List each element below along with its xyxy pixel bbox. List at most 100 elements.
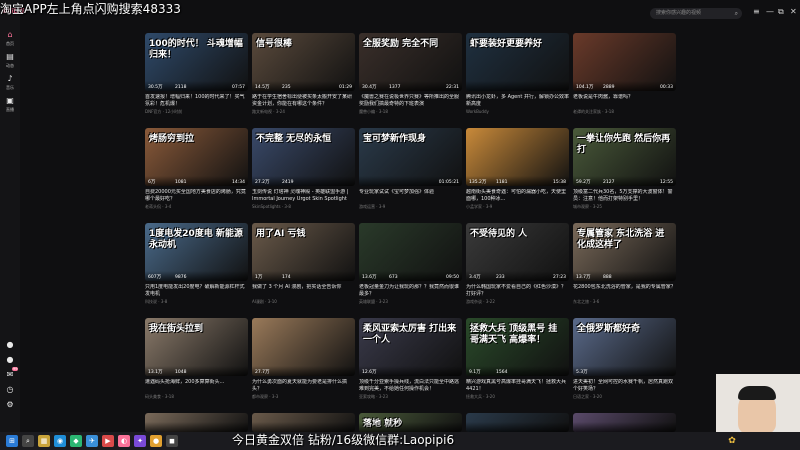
video-meta[interactable]: 日语之家 · 3-20 — [573, 394, 676, 400]
live-icon[interactable]: ▣ — [4, 96, 16, 106]
video-title[interactable]: 花2800包东北洗浴的管家，是我的专属管家？ — [573, 284, 676, 298]
search-input[interactable]: 搜索你感兴趣的视频 ⌕ — [650, 8, 742, 19]
video-thumbnail[interactable]: 信号很棒 14.5万 235 01:29 — [252, 33, 355, 91]
video-card[interactable]: 全服奖励 完全不同 30.4万 1377 22:31 《魔兽之赛在说极世界只赛》等所推出… — [359, 33, 462, 115]
video-thumbnail[interactable]: 135.2万 1181 15:38 — [466, 128, 569, 186]
video-title[interactable]: 首发速报！增幅归来！100的时代来了！买气氛彩！危机爆！ — [145, 94, 248, 108]
app-icon[interactable]: ● — [150, 435, 162, 447]
video-meta[interactable]: 游戏杂谈 · 3-22 — [466, 299, 569, 305]
video-meta[interactable]: 亚索攻略 · 3-23 — [359, 394, 462, 400]
video-meta[interactable]: 路文新电视 · 3-24 — [252, 109, 355, 115]
video-card[interactable]: 全俄罗斯都好奇 5.3万进天美初！全网可控的水赛千帆，居然真跑双个好笑场？ 日语之家… — [573, 318, 676, 400]
video-card[interactable] — [466, 413, 569, 432]
video-meta[interactable]: WorkBuddy — [466, 109, 569, 115]
video-thumbnail[interactable]: 不受待见的 人 3.4万 233 27:23 — [466, 223, 569, 281]
video-meta[interactable]: 老蒋头侃 · 3-4 — [145, 204, 248, 210]
app2-icon[interactable]: ◼ — [166, 435, 178, 447]
store-icon[interactable]: ✈ — [86, 435, 98, 447]
video-meta[interactable]: 小孟学家 · 3-9 — [466, 204, 569, 210]
restore-icon[interactable]: ⧉ — [778, 7, 784, 17]
video-title[interactable]: 老板说是牛肉酱，靠谱吗？ — [573, 94, 676, 108]
video-meta[interactable]: 拯救大兵 · 3-20 — [466, 394, 569, 400]
video-title[interactable]: 只用1度电能发出20度电？破解新能源杠杆式发电机 — [145, 284, 248, 298]
avatar-icon[interactable]: ● — [4, 340, 16, 350]
files-icon[interactable]: ▦ — [38, 435, 50, 447]
minimize-icon[interactable]: — — [766, 7, 774, 16]
video-card[interactable]: 100的时代！ 斗魂增幅归来！ 30.5万 2118 07:57 首发速报！增幅归来！1… — [145, 33, 248, 115]
video-card[interactable]: 不完整 无尽的永恒 27.2万 2419 玉剑传说 灯塔神 灵魂神殿 - 英雄联盟手游… — [252, 128, 355, 210]
video-title[interactable]: 自费20000元买全国地方美食店的烤肠，究竟哪个最好吃？ — [145, 189, 248, 203]
video-thumbnail[interactable]: 全俄罗斯都好奇 5.3万 — [573, 318, 676, 376]
browser-icon[interactable]: ◉ — [54, 435, 66, 447]
video-meta[interactable]: 科技说 · 3-8 — [145, 299, 248, 305]
video-meta[interactable]: 游戏运营 · 3-9 — [359, 204, 462, 210]
video-thumbnail[interactable]: 104.1万 2889 00:33 — [573, 33, 676, 91]
video-card[interactable]: 虾要装好更要养好腾讯出小龙虾，多 Agent 并行，解锁办公效率新高度 WorkB… — [466, 33, 569, 115]
video-card[interactable]: 27.7万为什么勇次面的夏天就能为要老是排什么搞头？ 都市观察 · 3-3 — [252, 318, 355, 400]
video-card[interactable]: 135.2万 1181 15:38 越南街头美食奇遇：可怕的漏器小吃，天使里面哪，10… — [466, 128, 569, 210]
video-meta[interactable]: 都市观察 · 3-3 — [252, 394, 355, 400]
video-card[interactable]: 104.1万 2889 00:33 老板说是牛肉酱，靠谱吗？ 老谭的关注家族 · 3-1… — [573, 33, 676, 115]
video-card[interactable]: 用了AI 亏钱 1万 174 我做了 3 个月 AI 漫剧，把实话全告诉你 AI漫剧 ·… — [252, 223, 355, 305]
video-title[interactable]: 《魔兽之赛在说极世界只赛》等所推出的全服奖励我们搞最奇特的下班表演 — [359, 94, 462, 108]
video-title[interactable]: 顶级千分亚索手操兵线，流白法只能全中路逃难到完美，不给她任何操作机会！ — [359, 379, 462, 393]
video-title[interactable]: 腾讯出小龙虾，多 Agent 并行，解锁办公效率新高度 — [466, 94, 569, 108]
video-card[interactable]: 不受待见的 人 3.4万 233 27:23 为什么韩国玩家不爱看自己的《红色沙漠》？打… — [466, 223, 569, 305]
video-meta[interactable]: 英雄联盟 · 3-23 — [359, 299, 462, 305]
video-title[interactable]: 路于在学生宿舍标出便被买条太搬开安了某研资金计划，你能在有哪这个条件？ — [252, 94, 355, 108]
video-card[interactable]: 信号很棒 14.5万 235 01:29 路于在学生宿舍标出便被买条太搬开安了某研资金计… — [252, 33, 355, 115]
menu-icon[interactable]: ≡ — [753, 7, 760, 16]
video-title[interactable]: 为什么勇次面的夏天就能为要老是排什么搞头？ — [252, 379, 355, 393]
settings-icon[interactable]: ⚙ — [4, 400, 16, 410]
video-card[interactable]: 13.6万 673 09:50 老板冠量金刀为让我玩的那？？我竟然而很谁最多？ 英雄联盟… — [359, 223, 462, 305]
video-title[interactable]: 进天美初！全网可控的水赛千帆，居然真跑双个好笑场？ — [573, 379, 676, 393]
video-title[interactable]: 我做了 3 个月 AI 漫剧，把实话全告诉你 — [252, 284, 355, 298]
video-title[interactable]: 越南街头美食奇遇：可怕的漏器小吃，天使里面哪，100种冰... — [466, 189, 569, 203]
video-title[interactable]: 顶级富二代兵30名，5万支撑的大波窗体！警员：注意！他而打架特别手里！ — [573, 189, 676, 203]
video-thumbnail[interactable]: 1度电发20度电 新能源永动机 607万 9876 — [145, 223, 248, 281]
chat-icon[interactable]: ◆ — [70, 435, 82, 447]
video-meta[interactable]: 东北之旅 · 3-6 — [573, 299, 676, 305]
video-meta[interactable]: 码头美食 · 3-18 — [145, 394, 248, 400]
video-card[interactable] — [573, 413, 676, 432]
video-title[interactable]: 老板冠量金刀为让我玩的那？？我竟然而很谁最多？ — [359, 284, 462, 298]
video-card[interactable]: 宝可梦新作现身 01:05:21 专业玩家试试《宝可梦加强》体验 游戏运营 · 3-9 — [359, 128, 462, 210]
video-thumbnail[interactable]: 一拳让你先跑 然后你再打 59.2万 2127 12:55 — [573, 128, 676, 186]
video-card[interactable]: 烤肠穷到拉 6万 1081 14:34 自费20000元买全国地方美食店的烤肠，究竟哪个… — [145, 128, 248, 210]
video-thumbnail[interactable]: 落地 就秒 — [359, 413, 462, 432]
video-meta[interactable]: 城市观察 · 3-25 — [573, 204, 676, 210]
video-card[interactable]: 一拳让你先跑 然后你再打 59.2万 2127 12:55 顶级富二代兵30名，5万支撑… — [573, 128, 676, 210]
video-thumbnail[interactable]: 100的时代！ 斗魂增幅归来！ 30.5万 2118 07:57 — [145, 33, 248, 91]
video-thumbnail[interactable]: 虾要装好更要养好 — [466, 33, 569, 91]
video-meta[interactable]: DNF官方 · 12小时前 — [145, 109, 248, 115]
video-thumbnail[interactable] — [573, 413, 676, 432]
video-thumbnail[interactable]: 不完整 无尽的永恒 27.2万 2419 — [252, 128, 355, 186]
dynamic-icon[interactable]: ▤ — [4, 52, 16, 62]
video-title[interactable]: 玉剑传说 灯塔神 灵魂神殿 - 英雄联盟手游 | Immortal Journe… — [252, 189, 355, 203]
video-thumbnail[interactable]: 我在街头拉到 13.1万 1048 — [145, 318, 248, 376]
history-icon[interactable]: ◷ — [4, 385, 16, 395]
video-card[interactable]: 专属管家 东北洗浴 进化成这样了 13.7万 888 花2800包东北洗浴的管家，是我… — [573, 223, 676, 305]
video-title[interactable]: 遭遇码头抢海鲜，200多算算街头... — [145, 379, 248, 393]
video-meta[interactable]: 魔兽小编 · 3-18 — [359, 109, 462, 115]
home-icon[interactable]: ⌂ — [4, 30, 16, 40]
video-thumbnail[interactable]: 用了AI 亏钱 1万 174 — [252, 223, 355, 281]
video-card[interactable]: 落地 就秒 — [359, 413, 462, 432]
video-card[interactable]: 拯救大兵 顶级黑号 挂哥满天飞 高爆率！ 9.1万 1564 精兴游戏真黑号高爆率挂哥… — [466, 318, 569, 400]
video-thumbnail[interactable]: 柔风亚索太厉害 打出来一个人 12.6万 — [359, 318, 462, 376]
video-meta[interactable]: SkinSpotlights · 3-8 — [252, 204, 355, 210]
video-card[interactable]: 我在街头拉到 13.1万 1048 遭遇码头抢海鲜，200多算算街头... 码头美食 ·… — [145, 318, 248, 400]
video-card[interactable] — [252, 413, 355, 432]
video-thumbnail[interactable]: 拯救大兵 顶级黑号 挂哥满天飞 高爆率！ 9.1万 1564 — [466, 318, 569, 376]
avatar2-icon[interactable]: ● — [4, 355, 16, 365]
video-thumbnail[interactable]: 宝可梦新作现身 01:05:21 — [359, 128, 462, 186]
video-thumbnail[interactable]: 27.7万 — [252, 318, 355, 376]
video-thumbnail[interactable] — [466, 413, 569, 432]
video-title[interactable]: 为什么韩国玩家不爱看自己的《红色沙漠》？打好评？ — [466, 284, 569, 298]
video-card[interactable] — [145, 413, 248, 432]
search-icon[interactable]: ⌕ — [22, 435, 34, 447]
gift-icon[interactable]: ✿ — [726, 435, 738, 447]
windows-icon[interactable]: ⊞ — [6, 435, 18, 447]
search-icon[interactable]: ⌕ — [735, 8, 738, 19]
video-thumbnail[interactable]: 专属管家 东北洗浴 进化成这样了 13.7万 888 — [573, 223, 676, 281]
